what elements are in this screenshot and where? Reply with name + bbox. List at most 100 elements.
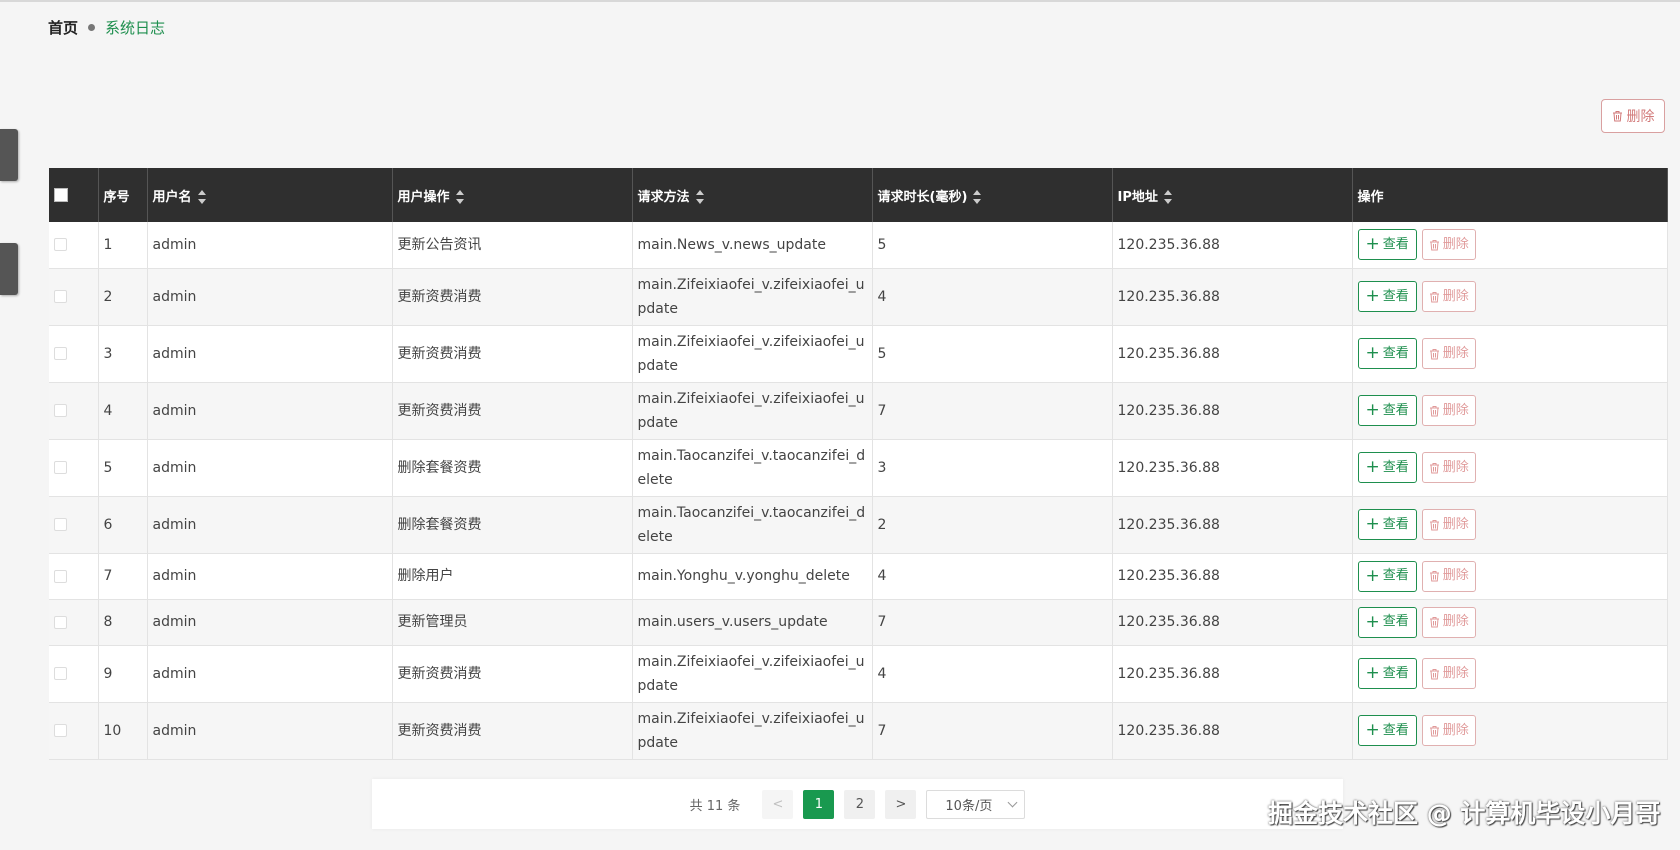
plus-icon: + [1365, 611, 1380, 632]
trash-icon [1429, 239, 1439, 251]
sort-icon[interactable] [695, 190, 705, 204]
view-button[interactable]: + 查看 [1357, 229, 1417, 261]
view-label: 查看 [1382, 665, 1409, 681]
header-duration[interactable]: 请求时长(毫秒) [872, 168, 1113, 222]
page-button-2[interactable]: 2 [844, 789, 876, 819]
row-delete-button[interactable]: 删除 [1421, 452, 1476, 483]
row-delete-label: 删除 [1442, 402, 1469, 418]
row-delete-button[interactable]: 删除 [1421, 560, 1476, 592]
cell-username: admin [147, 325, 393, 382]
view-label: 查看 [1382, 345, 1409, 361]
cell-operation: 删除套餐资费 [392, 496, 633, 553]
row-select[interactable] [49, 222, 99, 268]
cell-username: admin [147, 599, 393, 645]
plus-icon: + [1365, 286, 1380, 306]
row-delete-button[interactable]: 删除 [1421, 395, 1476, 426]
breadcrumb-current: 系统日志 [105, 19, 166, 37]
side-toggle-tab[interactable] [0, 129, 18, 181]
row-delete-button[interactable]: 删除 [1421, 606, 1476, 638]
header-select-all[interactable] [49, 168, 99, 222]
side-toggle-tab[interactable] [0, 243, 18, 295]
header-username[interactable]: 用户名 [147, 168, 393, 222]
row-delete-label: 删除 [1442, 665, 1469, 681]
plus-icon: + [1365, 343, 1380, 363]
view-button[interactable]: + 查看 [1357, 509, 1417, 540]
row-select[interactable] [49, 268, 99, 325]
sort-icon[interactable] [197, 190, 207, 204]
select-all-checkbox[interactable] [54, 188, 68, 202]
cell-ip: 120.235.36.88 [1112, 325, 1353, 382]
row-checkbox[interactable] [54, 724, 67, 737]
header-operation[interactable]: 用户操作 [392, 168, 633, 222]
page-size-select[interactable]: 10条/页 [926, 789, 1026, 819]
row-select[interactable] [49, 645, 99, 702]
bulk-delete-button[interactable]: 删除 [1601, 99, 1665, 133]
cell-actions: + 查看 删除 [1352, 268, 1668, 325]
row-select[interactable] [49, 439, 99, 496]
row-checkbox[interactable] [54, 461, 67, 474]
sort-icon[interactable] [1163, 190, 1173, 204]
row-checkbox[interactable] [54, 347, 67, 360]
view-button[interactable]: + 查看 [1357, 560, 1417, 592]
table-row: 10 admin 更新资费消费 main.Zifeixiaofei_v.zife… [49, 702, 1668, 759]
row-delete-button[interactable]: 删除 [1421, 658, 1476, 689]
row-checkbox[interactable] [54, 290, 67, 303]
row-delete-button[interactable]: 删除 [1421, 509, 1476, 540]
row-delete-button[interactable]: 删除 [1421, 229, 1476, 261]
row-delete-label: 删除 [1442, 288, 1469, 304]
cell-actions: + 查看 删除 [1352, 645, 1668, 702]
row-select[interactable] [49, 496, 99, 553]
cell-method: main.Zifeixiaofei_v.zifeixiaofei_update [632, 325, 873, 382]
view-button[interactable]: + 查看 [1357, 606, 1417, 638]
sort-icon[interactable] [455, 190, 465, 204]
view-button[interactable]: + 查看 [1357, 395, 1417, 426]
view-button[interactable]: + 查看 [1357, 452, 1417, 483]
cell-actions: + 查看 删除 [1352, 599, 1668, 645]
next-page-button[interactable]: > [885, 789, 917, 819]
row-select[interactable] [49, 599, 99, 645]
cell-index: 10 [98, 702, 148, 759]
row-select[interactable] [49, 325, 99, 382]
row-checkbox[interactable] [54, 569, 67, 583]
header-method-label: 请求方法 [637, 189, 690, 205]
cell-duration: 5 [872, 222, 1113, 268]
trash-icon [1429, 462, 1439, 473]
cell-username: admin [147, 439, 393, 496]
row-checkbox[interactable] [54, 615, 67, 629]
row-delete-button[interactable]: 删除 [1421, 281, 1476, 312]
row-delete-button[interactable]: 删除 [1421, 715, 1476, 746]
cell-ip: 120.235.36.88 [1112, 439, 1353, 496]
total-count: 共 11 条 [689, 798, 741, 814]
watermark: 掘金技术社区 @ 计算机毕设小月哥 [1268, 799, 1661, 828]
view-button[interactable]: + 查看 [1357, 281, 1417, 312]
header-method[interactable]: 请求方法 [632, 168, 873, 222]
page-button-1[interactable]: 1 [803, 789, 835, 819]
row-checkbox[interactable] [54, 238, 67, 252]
sort-icon[interactable] [973, 190, 982, 204]
trash-icon [1429, 725, 1439, 736]
row-checkbox[interactable] [54, 518, 67, 531]
view-button[interactable]: + 查看 [1357, 338, 1417, 369]
cell-method: main.Zifeixiaofei_v.zifeixiaofei_update [632, 382, 873, 439]
row-delete-button[interactable]: 删除 [1421, 338, 1476, 369]
cell-duration: 4 [872, 268, 1113, 325]
view-button[interactable]: + 查看 [1357, 715, 1417, 746]
row-select[interactable] [49, 702, 99, 759]
pagination: 共 11 条 < 1 2 > 10条/页 [372, 779, 1343, 829]
cell-operation: 更新资费消费 [392, 702, 633, 759]
plus-icon: + [1365, 514, 1380, 534]
breadcrumb-home[interactable]: 首页 [48, 17, 78, 38]
row-select[interactable] [49, 553, 99, 599]
table-header-row: 序号 用户名 用户操作 请求方法 请求时长(毫秒) IP地址 操作 [49, 168, 1668, 222]
row-select[interactable] [49, 382, 99, 439]
row-delete-label: 删除 [1442, 516, 1469, 532]
header-ip[interactable]: IP地址 [1112, 168, 1353, 222]
view-label: 查看 [1382, 402, 1409, 418]
prev-page-button[interactable]: < [762, 789, 794, 819]
view-button[interactable]: + 查看 [1357, 658, 1417, 689]
row-checkbox[interactable] [54, 404, 67, 417]
table-body: 1 admin 更新公告资讯 main.News_v.news_update 5… [49, 222, 1668, 759]
cell-operation: 更新资费消费 [392, 268, 633, 325]
row-checkbox[interactable] [54, 667, 67, 680]
table-row: 6 admin 删除套餐资费 main.Taocanzifei_v.taocan… [49, 496, 1668, 553]
